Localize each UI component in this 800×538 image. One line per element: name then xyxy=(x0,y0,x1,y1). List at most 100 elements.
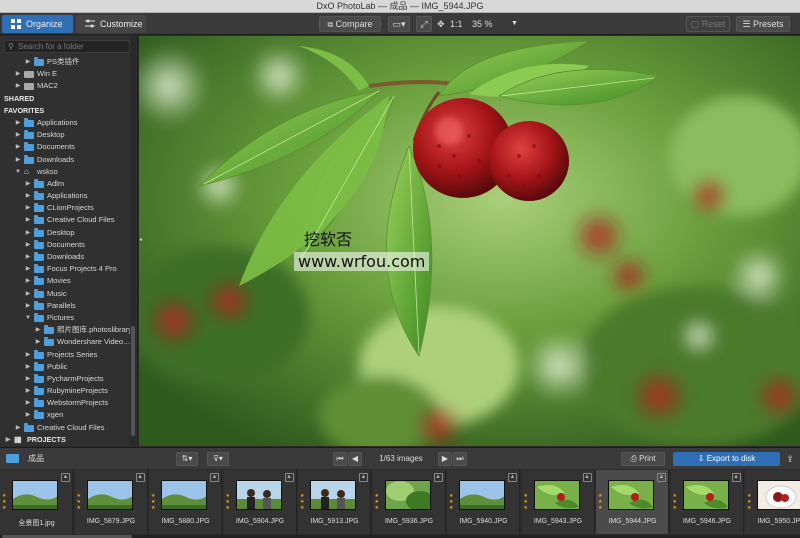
rating-stars[interactable]: ★ ★ ★ xyxy=(226,493,232,511)
disclosure-closed-icon[interactable]: ▶ xyxy=(14,422,22,434)
disclosure-closed-icon[interactable]: ▶ xyxy=(24,300,32,312)
folder-tree-item[interactable]: ▶ Music xyxy=(0,288,130,300)
disclosure-closed-icon[interactable]: ▶ xyxy=(24,361,32,373)
folder-tree-item[interactable]: ▶ Desktop xyxy=(0,227,130,239)
filmstrip-thumbnail[interactable]: ★ ★ ★ ▲ IMG_5880.JPG xyxy=(149,470,222,534)
disclosure-closed-icon[interactable]: ▶ xyxy=(24,56,32,68)
sidebar-section-header[interactable]: ▶ ▦ PROJECTS xyxy=(0,434,130,446)
disclosure-closed-icon[interactable]: ▶ xyxy=(24,251,32,263)
reset-button[interactable]: ▢ Reset xyxy=(686,16,730,32)
disclosure-closed-icon[interactable]: ▶ xyxy=(24,385,32,397)
image-lock-icon[interactable]: ▲ xyxy=(359,473,368,482)
filmstrip-thumbnail[interactable]: ★ ★ ★ ▲ IMG_5944.JPG xyxy=(596,470,669,534)
disclosure-closed-icon[interactable]: ▶ xyxy=(24,190,32,202)
disclosure-closed-icon[interactable]: ▶ xyxy=(24,275,32,287)
folder-tree-item[interactable]: ▶ Desktop xyxy=(0,129,130,141)
disclosure-closed-icon[interactable]: ▶ xyxy=(24,178,32,190)
image-viewer[interactable]: 挖软否 www.wrfou.com ◂ xyxy=(139,36,800,446)
folder-tree-item[interactable]: ▶ Downloads xyxy=(0,251,130,263)
disclosure-closed-icon[interactable]: ▶ xyxy=(14,154,22,166)
disclosure-closed-icon[interactable]: ▶ xyxy=(14,68,22,80)
export-to-disk-button[interactable]: ⇩ Export to disk xyxy=(673,452,780,466)
disclosure-open-icon[interactable]: ▼ xyxy=(14,166,22,178)
folder-tree-item[interactable]: ▶ Focus Projects 4 Pro xyxy=(0,263,130,275)
compare-button[interactable]: ⧉ Compare xyxy=(319,16,381,32)
disclosure-closed-icon[interactable]: ▶ xyxy=(4,434,12,446)
image-lock-icon[interactable]: ▲ xyxy=(135,473,145,482)
zoom-dropdown-icon[interactable]: ▼ xyxy=(511,16,518,32)
next-image-button[interactable]: ▶ xyxy=(438,452,452,466)
tab-customize[interactable]: Customize xyxy=(76,15,146,33)
disclosure-closed-icon[interactable]: ▶ xyxy=(24,263,32,275)
folder-tree-item[interactable]: ▶ 照片图库.photoslibrary xyxy=(0,324,132,336)
disclosure-closed-icon[interactable]: ▶ xyxy=(24,214,32,226)
folder-tree-item[interactable]: ▶ Public xyxy=(0,361,130,373)
disclosure-closed-icon[interactable]: ▶ xyxy=(14,129,22,141)
folder-tree-item[interactable]: ▶ MAC2 xyxy=(0,80,130,92)
rating-stars[interactable]: ★ ★ ★ xyxy=(375,493,381,511)
fit-screen-button[interactable]: ⤢ xyxy=(416,16,432,32)
disclosure-closed-icon[interactable]: ▶ xyxy=(24,373,32,385)
folder-tree-item[interactable]: ▶ CLionProjects xyxy=(0,202,130,214)
image-lock-icon[interactable]: ▲ xyxy=(284,473,294,482)
rating-stars[interactable]: ★ ★ ★ xyxy=(77,493,83,511)
sidebar-scroll-thumb[interactable] xyxy=(131,326,135,436)
disclosure-closed-icon[interactable]: ▶ xyxy=(24,239,32,251)
disclosure-closed-icon[interactable]: ▶ xyxy=(14,80,22,92)
image-lock-icon[interactable]: ▲ xyxy=(210,473,219,482)
filter-button[interactable]: ⊽▾ xyxy=(207,452,229,466)
collapse-sidebar-handle[interactable]: ◂ xyxy=(139,236,143,246)
folder-tree-item[interactable]: ▼ Pictures xyxy=(0,312,130,324)
image-lock-icon[interactable]: ▲ xyxy=(61,473,70,482)
folder-tree-item[interactable]: ▶ RubymineProjects xyxy=(0,385,130,397)
folder-tree-item[interactable]: ▶ Documents xyxy=(0,141,130,153)
image-lock-icon[interactable]: ▲ xyxy=(433,473,443,482)
view-mode-dropdown[interactable]: ▭▾ xyxy=(388,16,410,32)
filmstrip-thumbnail[interactable]: ★ ★ ★ ▲ IMG_5913.JPG xyxy=(298,470,371,534)
folder-tree-item[interactable]: ▶ Win E xyxy=(0,68,130,80)
disclosure-closed-icon[interactable]: ▶ xyxy=(24,227,32,239)
image-lock-icon[interactable]: ▲ xyxy=(657,473,666,482)
disclosure-closed-icon[interactable]: ▶ xyxy=(24,409,32,421)
folder-tree-item[interactable]: ▼ ⌂ wskso xyxy=(0,166,130,178)
move-icon[interactable]: ✥ xyxy=(437,16,445,32)
disclosure-open-icon[interactable]: ▼ xyxy=(24,312,32,324)
print-button[interactable]: ⎙ Print xyxy=(621,452,665,466)
folder-tree-item[interactable]: ▶ Parallels xyxy=(0,300,130,312)
sidebar-section-header[interactable]: SHARED xyxy=(0,93,130,105)
first-image-button[interactable]: ⏮ xyxy=(333,452,347,466)
rating-stars[interactable]: ★ ★ ★ xyxy=(2,493,8,511)
tab-organize[interactable]: Organize xyxy=(2,15,73,33)
folder-tree-item[interactable]: ▶ PycharmProjects xyxy=(0,373,130,385)
folder-tree-item[interactable]: ▶ Movies xyxy=(0,275,130,287)
filmstrip-thumbnail[interactable]: ★★★▲IMG_5950.JPG xyxy=(745,470,800,534)
rating-stars[interactable]: ★ ★ ★ xyxy=(524,493,530,511)
filmstrip-thumbnail[interactable]: ★ ★ ★ ▲ IMG_5940.JPG xyxy=(447,470,520,534)
image-lock-icon[interactable]: ▲ xyxy=(731,473,741,482)
filmstrip-thumbnail[interactable]: ★ ★ ★ ▲ 全景图1.jpg xyxy=(0,470,73,534)
folder-tree-item[interactable]: ▶ Projects Series xyxy=(0,349,130,361)
folder-tree-item[interactable]: ▶ Creative Cloud Files xyxy=(0,422,130,434)
folder-tree-item[interactable]: ▶ Wondershare Video… xyxy=(0,336,131,348)
prev-image-button[interactable]: ◀ xyxy=(348,452,362,466)
filmstrip-thumbnail[interactable]: ★ ★ ★ ▲ IMG_5943.JPG xyxy=(521,470,595,534)
disclosure-closed-icon[interactable]: ▶ xyxy=(14,117,22,129)
folder-tree-item[interactable]: ▶ Documents xyxy=(0,239,130,251)
rating-stars[interactable]: ★ ★ ★ xyxy=(673,493,679,511)
rating-stars[interactable]: ★ ★ ★ xyxy=(300,493,306,511)
folder-tree-item[interactable]: ▶ Applications xyxy=(0,190,130,202)
disclosure-closed-icon[interactable]: ▶ xyxy=(34,336,42,348)
folder-tree-item[interactable]: ▶ Creative Cloud Files xyxy=(0,214,130,226)
share-icon[interactable]: ⇪ xyxy=(783,452,797,466)
sort-button[interactable]: ⇅▾ xyxy=(176,452,198,466)
zoom-level[interactable]: 35 % xyxy=(472,16,493,32)
filmstrip-thumbnail[interactable]: ★ ★ ★ ▲ IMG_5904.JPG xyxy=(223,470,297,534)
disclosure-closed-icon[interactable]: ▶ xyxy=(14,141,22,153)
rating-stars[interactable]: ★ ★ ★ xyxy=(151,493,157,511)
last-image-button[interactable]: ⏭ xyxy=(453,452,467,466)
folder-tree-item[interactable]: ▶ PS类插件 xyxy=(0,56,130,68)
folder-tree-item[interactable]: ▶ Applications xyxy=(0,117,130,129)
rating-stars[interactable]: ★ ★ ★ xyxy=(747,493,753,511)
disclosure-closed-icon[interactable]: ▶ xyxy=(24,397,32,409)
sidebar-section-header[interactable]: FAVORITES xyxy=(0,105,130,117)
